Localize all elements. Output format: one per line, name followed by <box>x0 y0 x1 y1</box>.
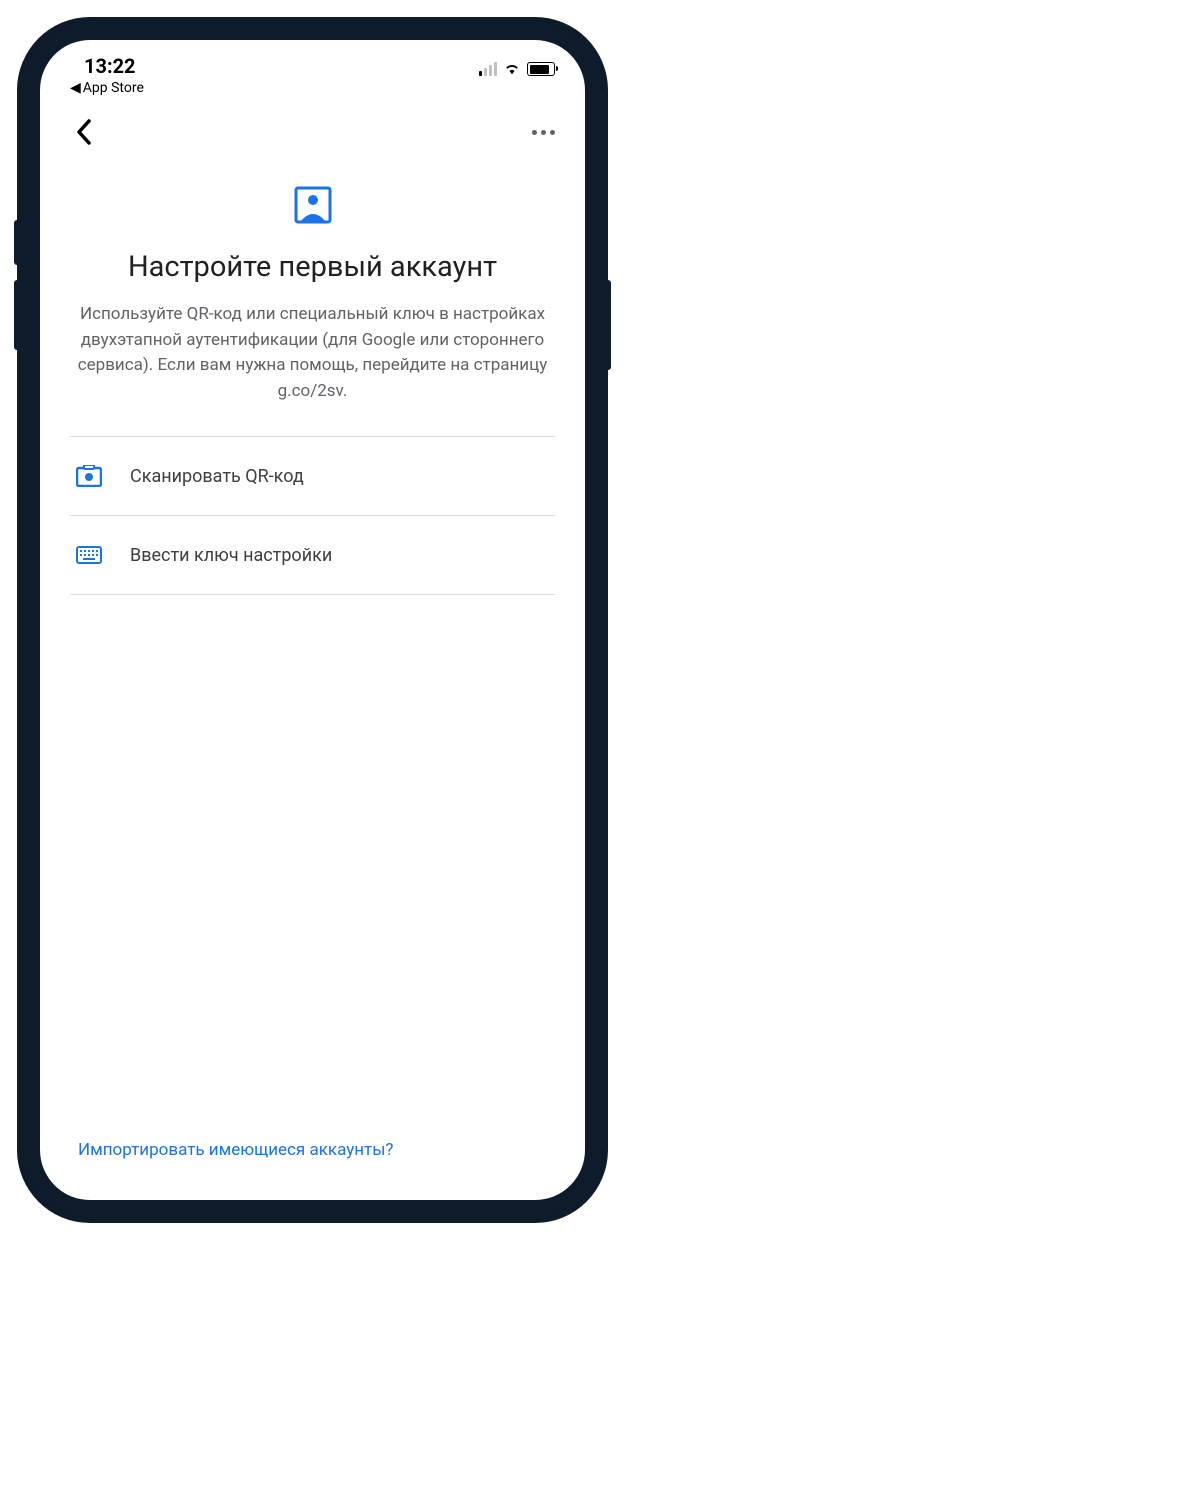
page-title: Настройте первый аккаунт <box>70 250 555 284</box>
enter-key-label: Ввести ключ настройки <box>130 545 332 566</box>
page-description: Используйте QR-код или специальный ключ … <box>70 302 555 404</box>
phone-side-button <box>14 280 20 350</box>
account-box-icon <box>294 186 332 224</box>
more-dots-icon <box>532 130 537 135</box>
phone-side-button <box>14 220 20 265</box>
phone-frame: 13:22 ◀ App Store <box>20 20 605 1220</box>
status-right <box>479 54 555 76</box>
status-back-to-app[interactable]: ◀ App Store <box>70 80 144 96</box>
import-accounts-link[interactable]: Импортировать имеющиеся аккаунты? <box>40 1120 585 1200</box>
battery-icon <box>527 62 555 76</box>
hero-icon-container <box>70 186 555 224</box>
camera-icon <box>76 463 102 489</box>
back-button[interactable] <box>70 118 98 146</box>
cellular-signal-icon <box>479 62 497 76</box>
status-left: 13:22 ◀ App Store <box>70 54 144 96</box>
main-content: Настройте первый аккаунт Используйте QR-… <box>40 156 585 1120</box>
scan-qr-option[interactable]: Сканировать QR-код <box>70 437 555 515</box>
more-options-button[interactable] <box>532 130 555 135</box>
chevron-left-icon <box>76 119 92 145</box>
status-back-app-label: App Store <box>83 80 144 96</box>
status-bar: 13:22 ◀ App Store <box>40 40 585 100</box>
wifi-icon <box>503 62 521 76</box>
keyboard-icon <box>76 542 102 568</box>
status-time: 13:22 <box>70 54 144 78</box>
divider <box>70 594 555 595</box>
phone-side-button <box>605 280 611 370</box>
nav-bar <box>40 100 585 156</box>
back-triangle-icon: ◀ <box>70 80 81 96</box>
enter-key-option[interactable]: Ввести ключ настройки <box>70 516 555 594</box>
screen: 13:22 ◀ App Store <box>40 40 585 1200</box>
scan-qr-label: Сканировать QR-код <box>130 466 304 487</box>
